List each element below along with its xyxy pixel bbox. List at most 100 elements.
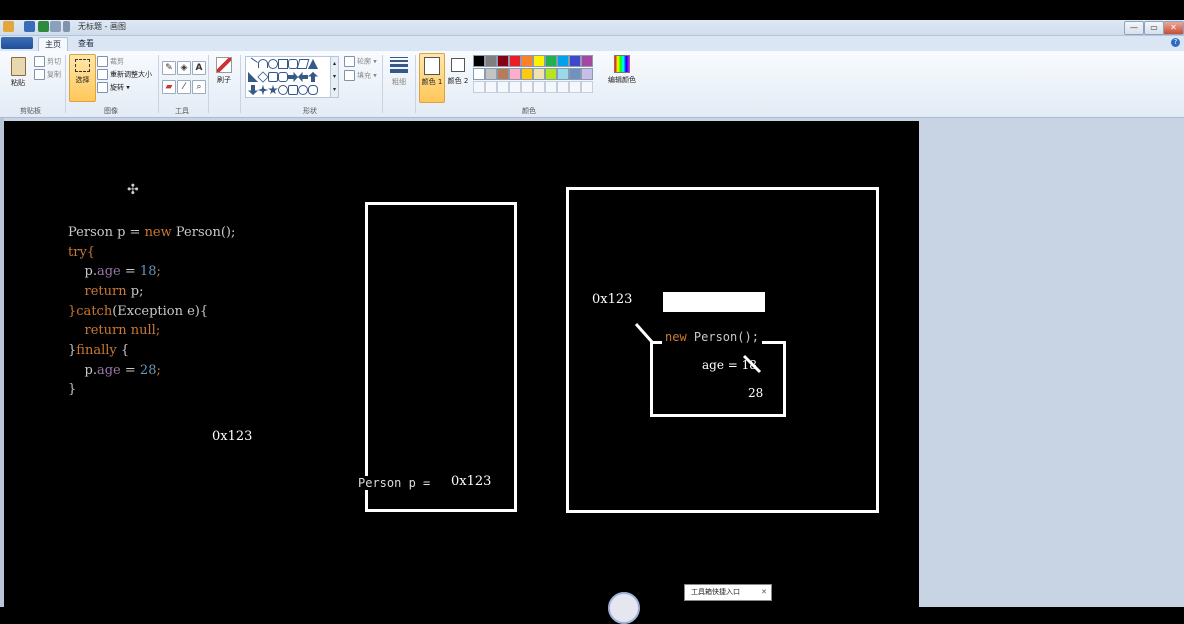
cut-label: 剪切 <box>47 57 61 66</box>
palette-swatch[interactable] <box>545 68 557 80</box>
palette-custom-swatch[interactable] <box>533 81 545 93</box>
eraser-icon[interactable]: ▰ <box>162 80 176 94</box>
hexagon-shape-icon[interactable] <box>278 72 288 82</box>
palette-swatch[interactable] <box>473 55 485 67</box>
close-button[interactable]: ✕ <box>1163 21 1184 35</box>
maximize-button[interactable]: ▭ <box>1144 21 1164 35</box>
customize-quick-access-icon[interactable] <box>63 21 70 32</box>
brush-icon <box>216 57 232 73</box>
palette-custom-swatch[interactable] <box>545 81 557 93</box>
palette-swatch[interactable] <box>581 55 593 67</box>
rectangle-shape-icon[interactable] <box>278 59 288 69</box>
code-field: age <box>96 363 121 378</box>
palette-custom-swatch[interactable] <box>497 81 509 93</box>
code-line-4: return p; <box>68 284 144 299</box>
palette-swatch[interactable] <box>533 55 545 67</box>
right-arrow-shape-icon[interactable] <box>288 72 298 82</box>
palette-swatch[interactable] <box>509 55 521 67</box>
code-text: (Exception e){ <box>112 304 209 319</box>
undo-icon[interactable] <box>38 21 49 32</box>
tab-home[interactable]: 主页 <box>38 37 68 52</box>
color1-button[interactable]: 颜色 1 <box>419 53 445 103</box>
save-icon[interactable] <box>24 21 35 32</box>
magnifier-icon[interactable]: ⌕ <box>192 80 206 94</box>
polygon-shape-icon[interactable] <box>296 59 310 69</box>
select-button[interactable]: 选择 <box>69 54 96 102</box>
text-icon[interactable]: A <box>192 61 206 75</box>
code-text: } <box>68 382 77 397</box>
copy-button[interactable]: 复制 <box>34 69 61 80</box>
palette-swatch[interactable] <box>569 68 581 80</box>
brushes-button[interactable]: 刷子 <box>212 55 236 97</box>
palette-custom-swatch[interactable] <box>581 81 593 93</box>
palette-swatch[interactable] <box>485 68 497 80</box>
pentagon-shape-icon[interactable] <box>268 72 278 82</box>
callout-oval-shape-icon[interactable] <box>298 85 308 95</box>
edit-colors-button[interactable]: 编辑颜色 <box>605 55 639 95</box>
down-arrow-shape-icon[interactable] <box>248 85 258 95</box>
palette-swatch[interactable] <box>533 68 545 80</box>
color-picker-icon[interactable]: ⁄ <box>177 80 191 94</box>
fill-button[interactable]: 填充 ▾ <box>344 70 377 81</box>
clipboard-group-label: 剪贴板 <box>20 107 41 115</box>
left-arrow-shape-icon[interactable] <box>298 72 308 82</box>
assistant-avatar-icon[interactable] <box>608 592 640 624</box>
shapes-scroll-icon[interactable]: ▴ ▾ ▾ <box>330 57 338 97</box>
size-button[interactable]: 粗细 <box>387 55 411 99</box>
palette-swatch[interactable] <box>521 68 533 80</box>
callout-rect-shape-icon[interactable] <box>288 85 298 95</box>
resize-button[interactable]: 重新调整大小 <box>97 69 152 80</box>
six-point-star-shape-icon[interactable] <box>278 85 288 95</box>
palette-custom-swatch[interactable] <box>521 81 533 93</box>
palette-swatch[interactable] <box>569 55 581 67</box>
diamond-shape-icon[interactable] <box>257 71 269 83</box>
tooltip-close-icon[interactable]: ✕ <box>761 585 767 600</box>
crop-button[interactable]: 裁剪 <box>97 56 124 67</box>
paint-menu-button[interactable] <box>1 37 33 49</box>
curve-shape-icon[interactable] <box>258 59 268 68</box>
palette-swatch[interactable] <box>509 68 521 80</box>
outline-icon <box>344 56 355 67</box>
palette-swatch[interactable] <box>473 68 485 80</box>
up-arrow-shape-icon[interactable] <box>308 72 318 82</box>
tab-view[interactable]: 查看 <box>72 37 100 51</box>
palette-custom-swatch[interactable] <box>509 81 521 93</box>
palette-custom-swatch[interactable] <box>473 81 485 93</box>
palette-swatch[interactable] <box>581 68 593 80</box>
ribbon-separator <box>240 55 241 113</box>
minimize-button[interactable]: — <box>1124 21 1144 35</box>
palette-swatch[interactable] <box>557 68 569 80</box>
color2-button[interactable]: 颜色 2 <box>446 53 470 101</box>
rotate-label: 旋转 <box>110 83 124 92</box>
palette-swatch[interactable] <box>545 55 557 67</box>
line-shape-icon[interactable] <box>246 57 258 70</box>
palette-custom-swatch[interactable] <box>569 81 581 93</box>
triangle-shape-icon[interactable] <box>308 59 318 69</box>
pencil-icon[interactable]: ✎ <box>162 61 176 75</box>
palette-swatch[interactable] <box>497 55 509 67</box>
ribbon-separator <box>382 55 383 113</box>
toolbox-shortcut-tooltip[interactable]: 工具箱快捷入口 ✕ <box>684 584 772 601</box>
palette-swatch[interactable] <box>485 55 497 67</box>
shapes-gallery[interactable]: ▴ ▾ ▾ <box>245 56 339 98</box>
palette-swatch[interactable] <box>521 55 533 67</box>
ribbon-separator <box>415 55 416 113</box>
palette-swatch[interactable] <box>557 55 569 67</box>
callout-cloud-shape-icon[interactable] <box>308 85 318 95</box>
code-keyword: catch <box>76 304 113 319</box>
palette-custom-swatch[interactable] <box>485 81 497 93</box>
redo-icon[interactable] <box>50 21 61 32</box>
paint-app-icon[interactable] <box>3 21 14 32</box>
rotate-button[interactable]: 旋转 ▾ <box>97 82 130 93</box>
star-shape-icon[interactable] <box>268 85 278 95</box>
oval-shape-icon[interactable] <box>268 59 278 69</box>
color1-label: 颜色 1 <box>421 78 443 86</box>
cut-button[interactable]: 剪切 <box>34 56 61 67</box>
paste-button[interactable]: 粘贴 <box>4 55 32 99</box>
palette-swatch[interactable] <box>497 68 509 80</box>
four-point-star-shape-icon[interactable] <box>258 85 268 95</box>
palette-custom-swatch[interactable] <box>557 81 569 93</box>
help-icon[interactable]: ? <box>1171 38 1180 47</box>
fill-bucket-icon[interactable]: ◈ <box>177 61 191 75</box>
outline-button[interactable]: 轮廓 ▾ <box>344 56 377 67</box>
